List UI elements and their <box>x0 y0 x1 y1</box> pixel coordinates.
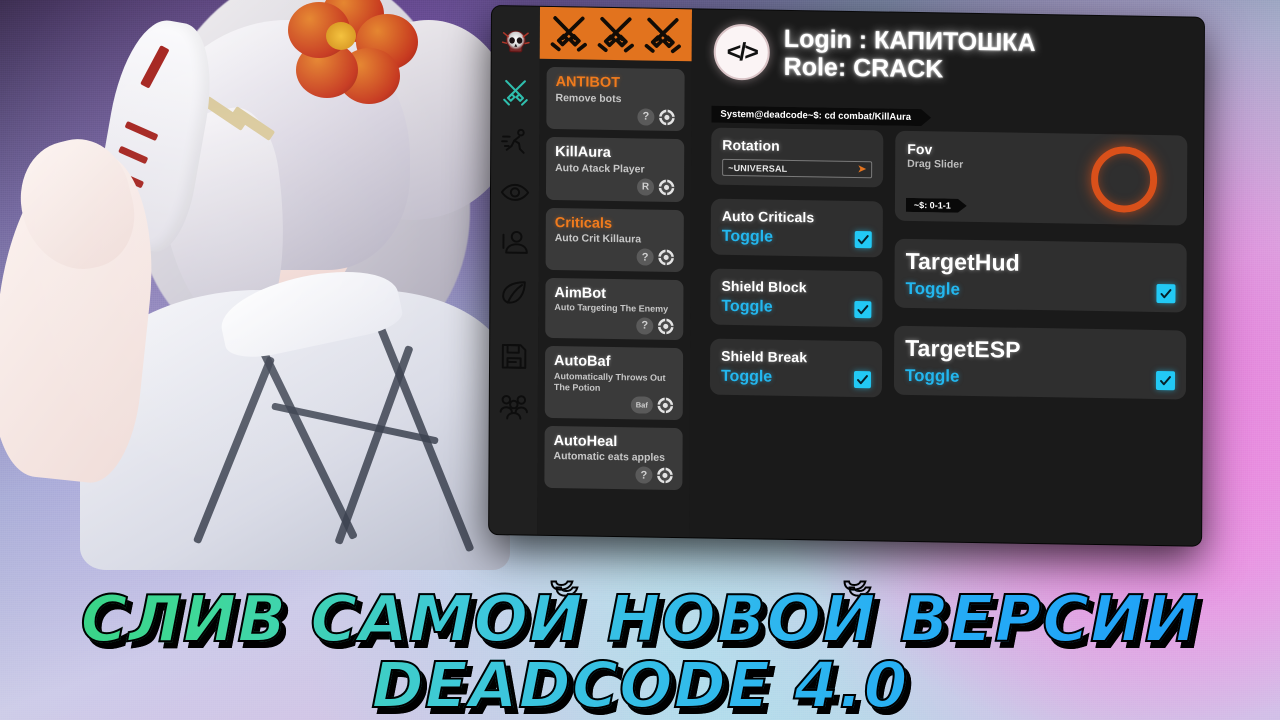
gear-icon[interactable] <box>658 109 676 126</box>
panel-title: Auto Criticals <box>721 207 815 226</box>
panel-title: TargetESP <box>905 334 1021 363</box>
gear-icon[interactable] <box>657 249 675 266</box>
panel-fov[interactable]: Fov Drag Slider ~$: 0-1-1 <box>894 130 1188 226</box>
panel-title: Rotation <box>722 136 780 154</box>
sidebar-item-combat[interactable] <box>493 68 537 117</box>
role-line: Role: CRACK <box>783 52 944 84</box>
floppy-disk-icon <box>501 343 527 369</box>
toggle-label: Toggle <box>720 367 773 386</box>
toggle-label: Toggle <box>721 227 774 246</box>
auto-criticals-checkbox[interactable] <box>854 230 872 248</box>
module-title: AimBot <box>554 284 607 302</box>
character-artwork <box>0 0 515 570</box>
crossed-swords-icon <box>503 79 528 106</box>
sidebar-item-movement[interactable] <box>493 118 537 167</box>
sidebar-item-render[interactable] <box>493 168 537 217</box>
gear-icon[interactable] <box>658 179 675 196</box>
friends-icon <box>499 394 528 420</box>
sidebar-item-world[interactable] <box>492 268 536 317</box>
panel-targetesp[interactable]: TargetESP Toggle <box>893 325 1187 400</box>
crossed-swords-icon <box>550 16 588 52</box>
panel-auto-criticals[interactable]: Auto Criticals Toggle <box>710 198 883 258</box>
toggle-label: Toggle <box>905 278 960 299</box>
module-card-killaura[interactable]: KillAura Auto Atack Player R <box>545 137 685 202</box>
sidebar-item-player[interactable] <box>493 218 537 267</box>
account-header: </> Login : КАПИТОШКА Role: CRACK <box>691 9 1204 109</box>
module-description: Auto Atack Player <box>555 161 645 176</box>
check-icon <box>857 374 868 384</box>
panel-title: Shield Block <box>721 277 807 296</box>
check-icon <box>1160 375 1171 385</box>
keybind-badge[interactable]: Baf <box>630 396 653 414</box>
code-brackets-icon: </> <box>713 23 770 81</box>
module-card-criticals[interactable]: Criticals Auto Crit Killaura ? <box>545 207 684 272</box>
login-line: Login : КАПИТОШКА <box>783 24 1036 57</box>
panel-shield-block[interactable]: Shield Block Toggle <box>710 268 883 328</box>
gear-icon[interactable] <box>657 318 674 335</box>
fov-value-tag: ~$: 0-1-1 <box>906 198 967 213</box>
category-banner <box>539 6 692 62</box>
fov-slider-ring[interactable] <box>1090 145 1158 213</box>
targetesp-checkbox[interactable] <box>1155 370 1176 390</box>
toggle-label: Toggle <box>721 297 773 316</box>
help-badge[interactable]: ? <box>637 108 655 126</box>
shield-block-checkbox[interactable] <box>854 300 872 318</box>
module-title: ANTIBOT <box>555 74 621 92</box>
running-person-icon <box>501 128 525 154</box>
category-rail <box>489 6 540 535</box>
rotation-select[interactable]: ~UNIVERSAL ➤ <box>722 158 873 179</box>
module-title: KillAura <box>555 144 611 162</box>
gear-icon[interactable] <box>657 397 674 414</box>
settings-area: </> Login : КАПИТОШКА Role: CRACK System… <box>689 9 1204 546</box>
panel-rotation[interactable]: Rotation ~UNIVERSAL ➤ <box>711 127 884 188</box>
shield-break-checkbox[interactable] <box>853 370 872 388</box>
client-window: ANTIBOT Remove bots ? KillAura Auto Atac… <box>489 6 1204 546</box>
crossed-swords-icon <box>644 17 681 54</box>
module-description: Auto Targeting The Enemy <box>554 302 669 315</box>
check-icon <box>857 234 869 244</box>
module-description: Automatic eats apples <box>553 450 666 465</box>
module-title: AutoBaf <box>554 353 611 371</box>
panel-title: Shield Break <box>721 347 808 366</box>
skull-icon <box>501 30 530 53</box>
module-card-autobaf[interactable]: AutoBaf Automatically Throws Out The Pot… <box>544 346 684 420</box>
module-title: Criticals <box>554 214 613 232</box>
panel-title: TargetHud <box>905 247 1020 276</box>
module-card-autoheal[interactable]: AutoHeal Automatic eats apples ? <box>544 425 683 490</box>
module-list-column: ANTIBOT Remove bots ? KillAura Auto Atac… <box>537 6 746 538</box>
rotation-value: ~UNIVERSAL <box>728 162 788 174</box>
crossed-swords-icon <box>597 16 634 53</box>
help-badge[interactable]: ? <box>636 248 654 266</box>
toggle-label: Toggle <box>904 365 960 386</box>
module-card-antibot[interactable]: ANTIBOT Remove bots ? <box>546 66 685 132</box>
player-icon <box>502 230 528 254</box>
module-description: Remove bots <box>555 91 622 105</box>
gear-icon[interactable] <box>656 467 674 484</box>
terminal-breadcrumb: System@deadcode~$: cd combat/KillAura <box>711 106 931 127</box>
module-card-aimbot[interactable]: AimBot Auto Targeting The Enemy ? <box>545 277 684 341</box>
module-description: Automatically Throws Out The Potion <box>553 370 666 393</box>
keybind-badge[interactable]: R <box>636 178 655 196</box>
logo-glyph: </> <box>726 37 757 66</box>
eye-icon <box>500 183 530 201</box>
sidebar-item-config[interactable] <box>492 332 536 381</box>
targethud-checkbox[interactable] <box>1156 283 1176 303</box>
module-title: AutoHeal <box>553 432 618 450</box>
panel-targethud[interactable]: TargetHud Toggle <box>894 238 1187 313</box>
check-icon <box>857 304 869 314</box>
module-description: Auto Crit Killaura <box>554 232 642 246</box>
chevron-right-icon: ➤ <box>857 164 867 176</box>
panel-shield-break[interactable]: Shield Break Toggle <box>709 338 883 398</box>
sidebar-item-exploit[interactable] <box>494 18 538 67</box>
leaf-icon <box>502 281 526 304</box>
check-icon <box>1160 288 1172 298</box>
help-badge[interactable]: ? <box>636 317 654 335</box>
sidebar-item-friends[interactable] <box>492 382 536 431</box>
help-badge[interactable]: ? <box>635 466 653 484</box>
